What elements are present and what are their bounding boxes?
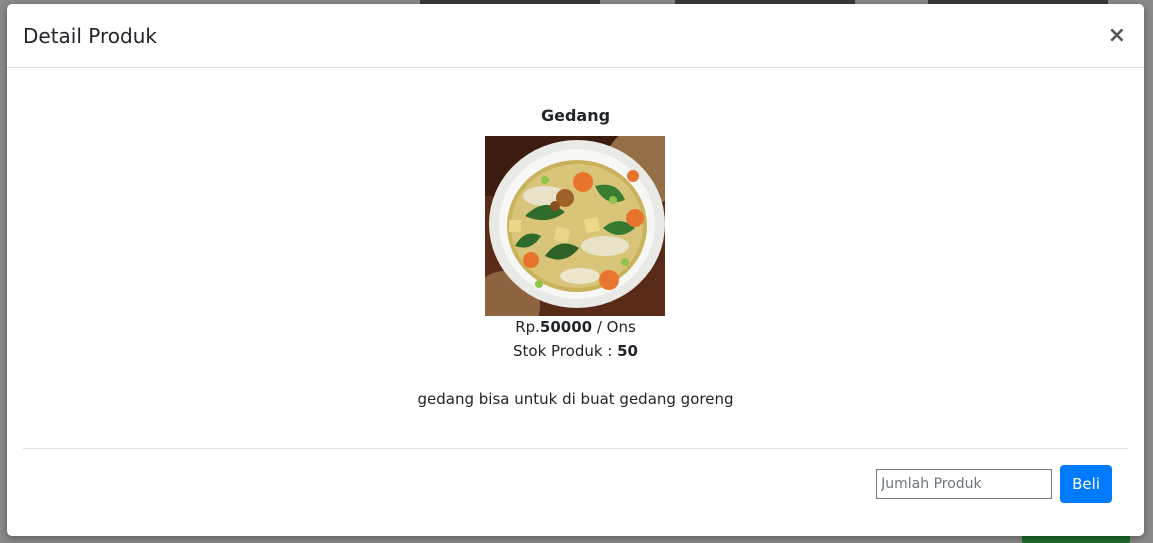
stock-value: 50	[617, 342, 638, 360]
price-line: Rp.50000 / Ons	[7, 318, 1144, 336]
price-prefix: Rp.	[515, 318, 540, 336]
product-name: Gedang	[540, 106, 611, 125]
buy-button[interactable]: Beli	[1060, 465, 1112, 503]
price-unit: / Ons	[592, 318, 636, 336]
modal-title: Detail Produk	[23, 23, 157, 48]
product-detail-modal: Detail Produk × Gedang Rp.50000 / Ons St…	[7, 4, 1144, 536]
product-image	[485, 136, 665, 316]
close-button[interactable]: ×	[1106, 24, 1128, 47]
modal-body: Gedang Rp.50000 / Ons Stok Produk: 50 g…	[7, 68, 1144, 448]
stock-label: Stok Produk :	[512, 342, 618, 360]
price-value: 50000	[539, 318, 593, 336]
footer-divider	[23, 448, 1128, 449]
quantity-input[interactable]	[876, 469, 1053, 499]
soup-bowl-image-icon	[485, 136, 665, 316]
product-description: gedang bisa untuk di buat gedang goreng	[417, 390, 734, 408]
modal-header: Detail Produk ×	[7, 4, 1144, 68]
order-form: Beli	[876, 465, 1112, 503]
stock-line: Stok Produk : 50	[7, 342, 1144, 360]
